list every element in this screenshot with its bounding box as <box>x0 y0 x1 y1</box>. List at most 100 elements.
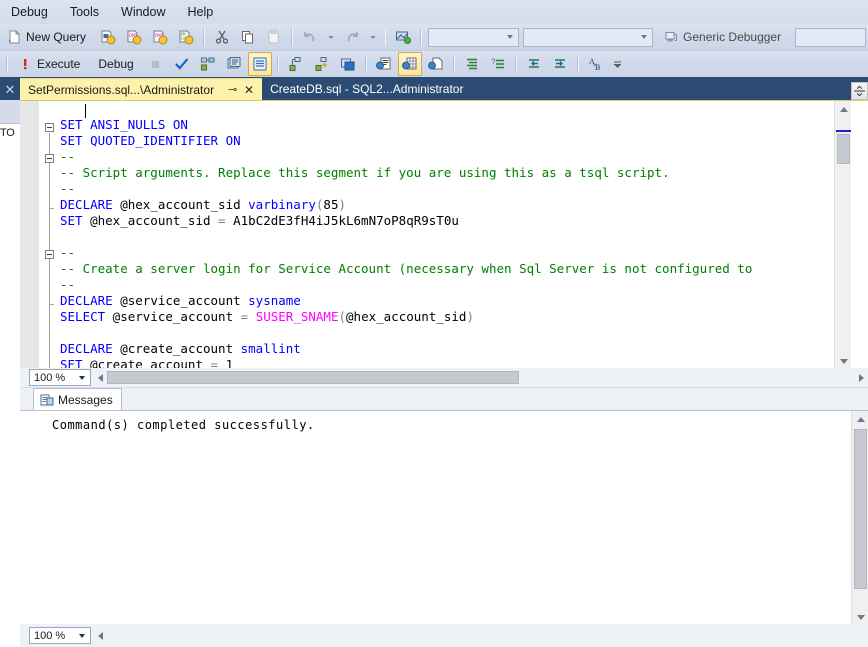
code-line <box>60 325 851 341</box>
uncomment-lines-button[interactable]: ? <box>486 52 510 76</box>
scrollbar-thumb[interactable] <box>107 371 519 384</box>
specify-values-button[interactable]: A B <box>584 52 608 76</box>
left-docked-panel: ✕ TO <box>0 78 20 647</box>
cut-button[interactable] <box>210 25 234 49</box>
results-to-text-button[interactable] <box>372 52 396 76</box>
database-engine-query-button[interactable] <box>96 25 120 49</box>
results-to-grid-button[interactable] <box>398 52 422 76</box>
menu-item-window[interactable]: Window <box>110 1 176 23</box>
toolbar-combo-1[interactable] <box>428 28 519 47</box>
chevron-down-icon <box>79 634 85 638</box>
paste-button[interactable] <box>262 25 286 49</box>
code-token: @service_account <box>105 309 240 324</box>
menu-item-debug[interactable]: Debug <box>0 1 59 23</box>
copy-button[interactable] <box>236 25 260 49</box>
tab-createdb-sql[interactable]: CreateDB.sql - SQL2...Administrator <box>262 78 469 100</box>
code-token: smallint <box>241 341 301 356</box>
paste-icon <box>266 29 282 45</box>
undo-button[interactable] <box>298 25 322 49</box>
fold-collapse-box[interactable] <box>45 154 54 163</box>
toolbar-overflow-button[interactable] <box>610 52 625 76</box>
comment-lines-button[interactable] <box>460 52 484 76</box>
tab-label: CreateDB.sql - SQL2...Administrator <box>270 82 463 96</box>
decrease-indent-button[interactable] <box>522 52 546 76</box>
generic-debugger-button[interactable]: Generic Debugger <box>659 25 792 49</box>
editor-split-button[interactable] <box>851 82 868 100</box>
editor-vertical-scrollbar[interactable] <box>834 101 851 369</box>
editor-zoom-select[interactable]: 100 % <box>29 369 91 386</box>
editor-horizontal-scrollbar[interactable] <box>93 369 868 386</box>
code-token: -- <box>60 181 75 196</box>
toolbar-separator <box>365 55 367 73</box>
menu-item-tools[interactable]: Tools <box>59 1 110 23</box>
cut-icon <box>214 29 230 45</box>
xmla-query-button[interactable]: XM LA <box>174 25 198 49</box>
close-icon[interactable]: ✕ <box>242 83 256 97</box>
scrollbar-thumb[interactable] <box>854 429 867 589</box>
toolbar-combo-2[interactable] <box>523 28 653 47</box>
code-token: ) <box>338 197 346 212</box>
fold-collapse-box[interactable] <box>45 250 54 259</box>
increase-indent-button[interactable] <box>548 52 572 76</box>
sql-editor-toolbar: Execute Debug <box>0 51 868 78</box>
generic-debugger-label: Generic Debugger <box>679 30 785 44</box>
comment-lines-icon <box>464 56 480 72</box>
include-live-statistics-button[interactable] <box>310 52 334 76</box>
scroll-down-button[interactable] <box>835 353 851 369</box>
registered-servers-button[interactable] <box>391 25 415 49</box>
results-status-bar: 100 % <box>20 624 868 647</box>
scroll-down-button[interactable] <box>852 609 868 625</box>
messages-pane[interactable]: Command(s) completed successfully. <box>20 410 868 624</box>
scroll-left-button[interactable] <box>93 627 107 644</box>
menu-item-help[interactable]: Help <box>177 1 225 23</box>
code-token <box>248 309 256 324</box>
toolbar-separator <box>515 55 517 73</box>
include-client-statistics-button[interactable] <box>284 52 308 76</box>
registered-servers-icon <box>395 29 411 45</box>
toolbar-combo-3[interactable] <box>795 28 866 47</box>
scrollbar-thumb[interactable] <box>837 134 850 164</box>
fold-tick <box>49 208 54 209</box>
mdx-query-button[interactable]: DMX <box>122 25 146 49</box>
display-estimated-plan-button[interactable] <box>196 52 220 76</box>
standard-toolbar: New Query DMX <box>0 24 868 51</box>
results-tab-label: Messages <box>58 393 113 407</box>
results-horizontal-scrollbar[interactable] <box>93 627 868 644</box>
pin-icon[interactable]: ⊸ <box>226 83 239 97</box>
sqlcmd-mode-button[interactable] <box>336 52 360 76</box>
left-panel-close-button[interactable]: ✕ <box>0 78 20 100</box>
left-panel-clipped-text: TO <box>0 124 20 139</box>
stop-button[interactable] <box>144 52 168 76</box>
fold-collapse-box[interactable] <box>45 123 54 132</box>
parse-button[interactable] <box>170 52 194 76</box>
redo-button[interactable] <box>340 25 364 49</box>
results-zoom-select[interactable]: 100 % <box>29 627 91 644</box>
redo-dropdown[interactable] <box>366 25 380 49</box>
query-options-icon <box>226 56 242 72</box>
tab-setpermissions-sql[interactable]: SetPermissions.sql...\Administrator ⊸ ✕ <box>20 78 262 100</box>
tab-messages[interactable]: Messages <box>33 388 122 410</box>
code-token: SUSER_SNAME <box>256 309 339 324</box>
results-to-file-button[interactable] <box>424 52 448 76</box>
chevron-up-icon <box>857 417 865 422</box>
editor-text-area[interactable]: SET ANSI_NULLS ONSET QUOTED_IDENTIFIER O… <box>20 101 851 369</box>
code-line: DECLARE @hex_account_sid varbinary(85) <box>60 197 851 213</box>
messages-vertical-scrollbar[interactable] <box>851 411 868 625</box>
execute-button[interactable]: Execute <box>13 52 88 76</box>
code-line: SET ANSI_NULLS ON <box>60 117 851 133</box>
query-options-button[interactable] <box>222 52 246 76</box>
include-actual-plan-button[interactable] <box>248 52 272 76</box>
chevron-down-icon <box>507 35 513 39</box>
code-line: -- <box>60 181 851 197</box>
scroll-left-button[interactable] <box>93 369 107 386</box>
debug-button[interactable]: Debug <box>90 52 141 76</box>
scroll-right-button[interactable] <box>854 369 868 386</box>
undo-dropdown[interactable] <box>324 25 338 49</box>
dmx-query-button[interactable]: DMX <box>148 25 172 49</box>
code-token: DECLARE <box>60 197 113 212</box>
scroll-up-button[interactable] <box>852 411 868 427</box>
code-line: DECLARE @create_account smallint <box>60 341 851 357</box>
new-query-button[interactable]: New Query <box>2 25 94 49</box>
scroll-up-button[interactable] <box>835 101 851 117</box>
code-token: -- <box>60 277 75 292</box>
